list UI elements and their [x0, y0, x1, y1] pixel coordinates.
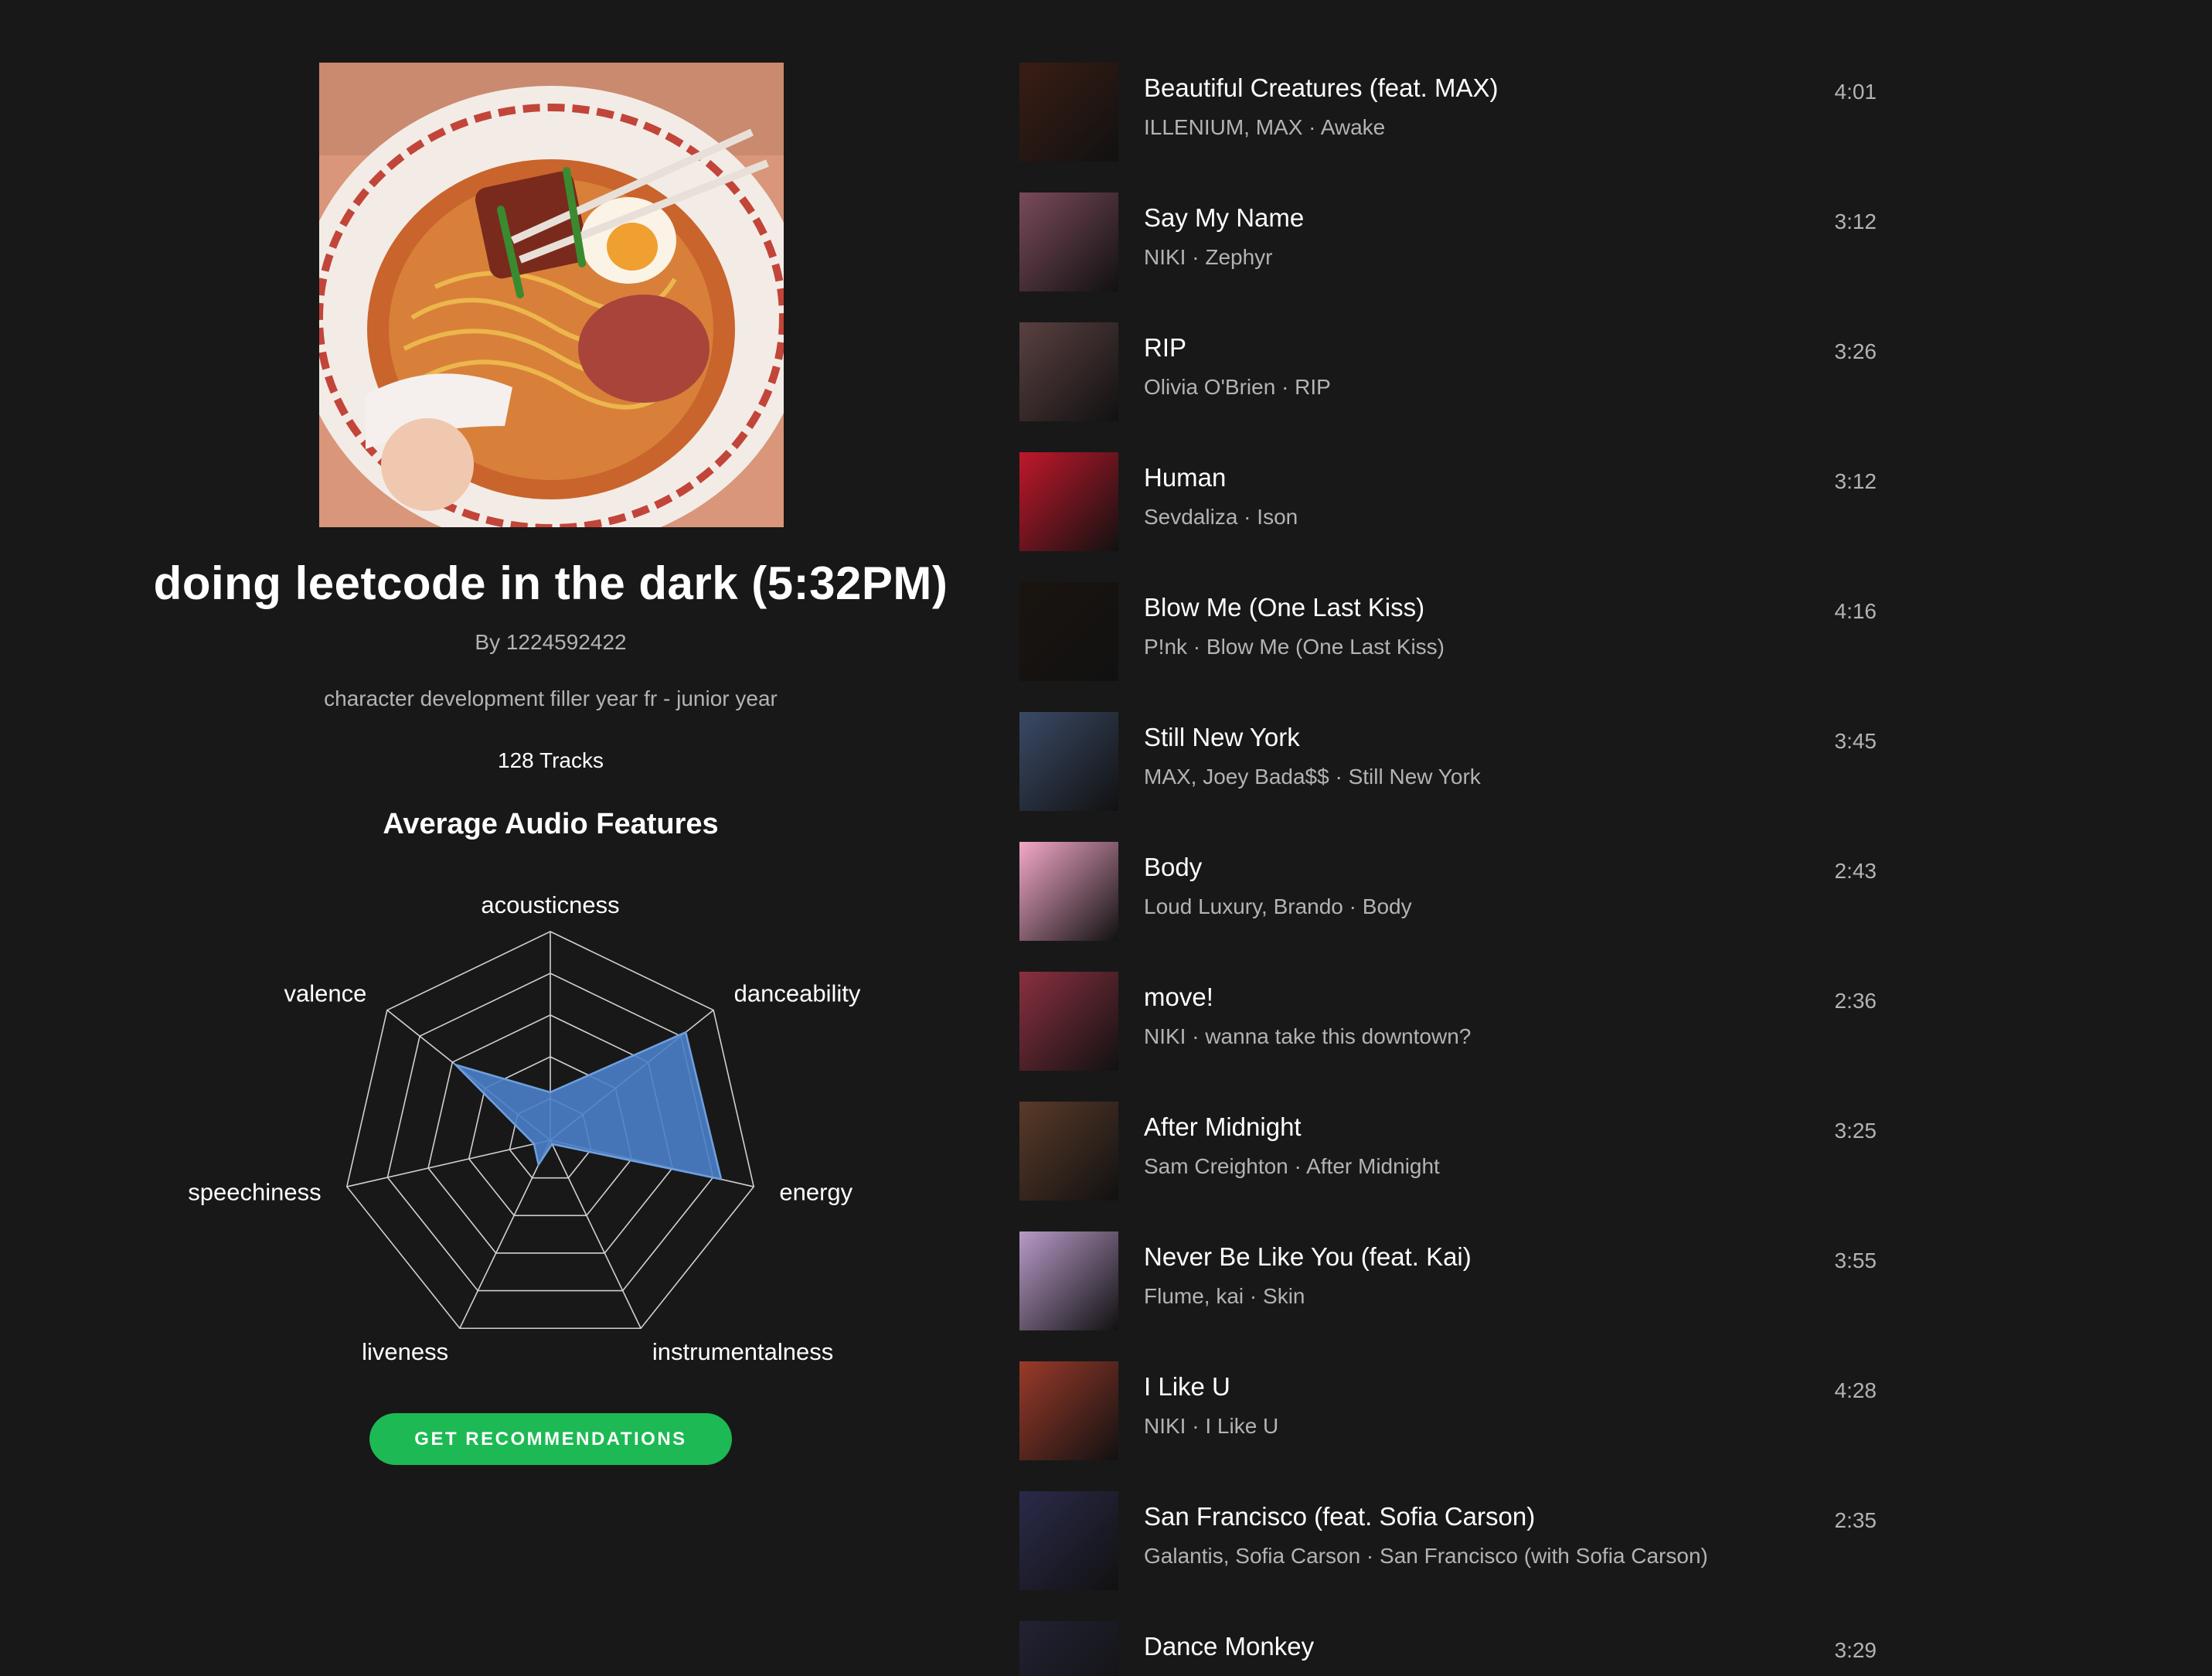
radar-axis-line	[550, 1139, 641, 1329]
track-artists-album: Sam Creighton · After Midnight	[1144, 1154, 1440, 1178]
track-artists-album: Flume, kai · Skin	[1144, 1284, 1305, 1308]
radar-axis-label: energy	[779, 1179, 852, 1206]
track-row[interactable]: After Midnight Sam Creighton · After Midn…	[1019, 1102, 1877, 1202]
track-name: Human	[1144, 463, 1227, 492]
track-name: move!	[1144, 983, 1213, 1011]
track-row[interactable]: Human Sevdaliza · Ison 3:12	[1019, 452, 1877, 553]
track-row[interactable]: move! NIKI · wanna take this downtown? 2:3…	[1019, 972, 1877, 1072]
track-duration: 2:43	[1834, 859, 1877, 883]
album-art-thumbnail	[1019, 582, 1118, 681]
track-duration: 3:26	[1834, 339, 1877, 363]
track-name: Dance Monkey	[1144, 1632, 1315, 1661]
track-duration: 2:35	[1834, 1508, 1877, 1532]
radar-axis-label: instrumentalness	[652, 1338, 833, 1365]
track-row[interactable]: Dance Monkey 3:29	[1019, 1621, 1877, 1676]
track-row[interactable]: I Like U NIKI · I Like U 4:28	[1019, 1361, 1877, 1462]
album-art-thumbnail	[1019, 192, 1118, 291]
playlist-panel: doing leetcode in the dark (5:32PM) By 1…	[0, 0, 1101, 1676]
track-duration: 3:55	[1834, 1248, 1877, 1272]
playlist-owner: By 1224592422	[475, 630, 627, 654]
album-art-thumbnail	[1019, 63, 1118, 162]
audio-features-radar-chart: acousticness danceability energy instrument…	[188, 891, 861, 1365]
track-name: I Like U	[1144, 1372, 1230, 1401]
track-duration: 4:01	[1834, 80, 1877, 104]
track-artists-album: NIKI · wanna take this downtown?	[1144, 1024, 1472, 1048]
track-duration: 4:28	[1834, 1378, 1877, 1402]
radar-axis-label: acousticness	[481, 891, 619, 918]
track-name: After Midnight	[1144, 1112, 1302, 1141]
track-row[interactable]: RIP Olivia O'Brien · RIP 3:26	[1019, 322, 1877, 423]
get-recommendations-button[interactable]: GET RECOMMENDATIONS	[369, 1413, 732, 1465]
track-row[interactable]: Say My Name NIKI · Zephyr 3:12	[1019, 192, 1877, 293]
track-artists-album: NIKI · Zephyr	[1144, 245, 1273, 269]
radar-axis-label: valence	[284, 979, 366, 1007]
track-count: 128 Tracks	[498, 748, 604, 772]
playlist-cover-image	[319, 63, 784, 527]
radar-axis-line	[459, 1139, 551, 1329]
album-art-thumbnail	[1019, 322, 1118, 421]
track-name: Still New York	[1144, 723, 1300, 751]
track-name: Beautiful Creatures (feat. MAX)	[1144, 73, 1499, 102]
track-duration: 3:45	[1834, 729, 1877, 753]
track-duration: 3:12	[1834, 469, 1877, 493]
track-name: Body	[1144, 853, 1203, 881]
album-art-thumbnail	[1019, 1231, 1118, 1330]
playlist-title: doing leetcode in the dark (5:32PM)	[153, 557, 948, 609]
track-row[interactable]: Still New York MAX, Joey Bada$$ · Still N…	[1019, 712, 1877, 812]
album-art-thumbnail	[1019, 1621, 1118, 1676]
track-artists-album: Galantis, Sofia Carson · San Francisco (…	[1144, 1544, 1708, 1568]
album-art-thumbnail	[1019, 712, 1118, 811]
get-recommendations-label: GET RECOMMENDATIONS	[414, 1428, 687, 1449]
track-duration: 3:12	[1834, 210, 1877, 233]
track-artists-album: Loud Luxury, Brando · Body	[1144, 894, 1412, 918]
track-duration: 2:36	[1834, 989, 1877, 1013]
track-artists-album: P!nk · Blow Me (One Last Kiss)	[1144, 635, 1445, 659]
album-art-thumbnail	[1019, 1361, 1118, 1460]
track-name: San Francisco (feat. Sofia Carson)	[1144, 1502, 1536, 1531]
audio-features-heading: Average Audio Features	[383, 808, 719, 840]
track-row[interactable]: San Francisco (feat. Sofia Carson) Galant…	[1019, 1491, 1877, 1592]
track-name: RIP	[1144, 333, 1187, 362]
ramen-bowl-icon	[319, 63, 784, 527]
track-artists-album: Sevdaliza · Ison	[1144, 505, 1298, 529]
track-list: Beautiful Creatures (feat. MAX) ILLENIUM,…	[1019, 0, 2212, 1676]
track-artists-album: ILLENIUM, MAX · Awake	[1144, 115, 1386, 139]
track-row[interactable]: Beautiful Creatures (feat. MAX) ILLENIUM,…	[1019, 63, 1877, 163]
album-art-thumbnail	[1019, 1102, 1118, 1201]
playlist-description: character development filler year fr - j…	[324, 686, 778, 710]
track-row[interactable]: Body Loud Luxury, Brando · Body 2:43	[1019, 842, 1877, 942]
track-name: Say My Name	[1144, 203, 1305, 232]
track-row[interactable]: Blow Me (One Last Kiss) P!nk · Blow Me (O…	[1019, 582, 1877, 683]
track-name: Never Be Like You (feat. Kai)	[1144, 1242, 1472, 1271]
album-art-thumbnail	[1019, 1491, 1118, 1590]
radar-axis-label: speechiness	[188, 1179, 321, 1206]
album-art-thumbnail	[1019, 842, 1118, 941]
album-art-thumbnail	[1019, 452, 1118, 551]
album-art-thumbnail	[1019, 972, 1118, 1071]
radar-series-area	[452, 1030, 723, 1181]
track-artists-album: MAX, Joey Bada$$ · Still New York	[1144, 765, 1481, 789]
radar-axis-label: danceability	[734, 979, 861, 1007]
track-duration: 3:29	[1834, 1638, 1877, 1662]
track-row[interactable]: Never Be Like You (feat. Kai) Flume, kai …	[1019, 1231, 1877, 1332]
track-duration: 4:16	[1834, 599, 1877, 623]
track-artists-album: NIKI · I Like U	[1144, 1414, 1279, 1438]
track-duration: 3:25	[1834, 1119, 1877, 1143]
track-artists-album: Olivia O'Brien · RIP	[1144, 375, 1331, 399]
radar-axis-label: liveness	[362, 1338, 448, 1365]
radar-axis-line	[346, 1139, 551, 1187]
track-name: Blow Me (One Last Kiss)	[1144, 593, 1425, 622]
